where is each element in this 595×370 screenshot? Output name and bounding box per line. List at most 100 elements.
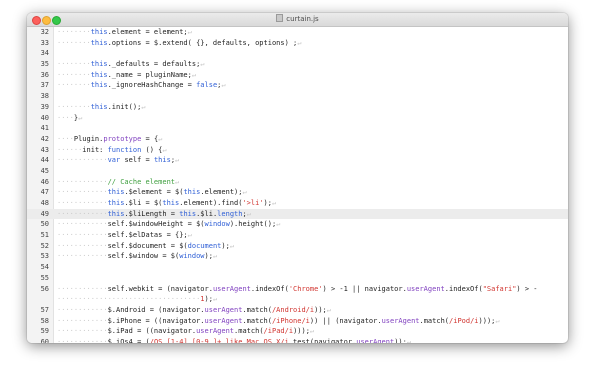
document-icon bbox=[276, 14, 284, 22]
code-editor[interactable]: 32 ········this.element = element;↵ 33 ····… bbox=[27, 27, 568, 343]
code-line[interactable]: 35 ········this._defaults = defaults;↵ bbox=[27, 59, 568, 70]
line-number: 49 bbox=[40, 209, 49, 218]
line-end-marker: ↵ bbox=[175, 177, 180, 186]
code-line[interactable]: 36 ········this._name = pluginName;↵ bbox=[27, 70, 568, 81]
line-number: 42 bbox=[40, 134, 49, 143]
editor-window: curtain.js 32 ········this.element = elem… bbox=[27, 13, 568, 343]
line-text: ····Plugin.prototype = {↵ bbox=[57, 134, 163, 143]
code-token: '>li' bbox=[242, 199, 264, 207]
code-token: userAgent bbox=[381, 316, 420, 325]
code-token: ); bbox=[263, 199, 272, 207]
line-number: 55 bbox=[40, 273, 49, 282]
code-token: ); bbox=[221, 241, 230, 250]
code-line[interactable]: 38 bbox=[27, 91, 568, 102]
line-number: 57 bbox=[40, 305, 49, 314]
title-bar: curtain.js bbox=[27, 13, 568, 27]
code-line[interactable]: 59 ············$.iPad = ((navigator.userA… bbox=[27, 326, 568, 337]
line-text: ····}↵ bbox=[57, 113, 83, 122]
code-token: this bbox=[153, 156, 171, 165]
code-token: self = bbox=[120, 156, 154, 165]
code-line[interactable]: 33 ········this.options = $.extend( {}, d… bbox=[27, 38, 568, 49]
code-line[interactable]: 47 ············this.$element = $(this.ele… bbox=[27, 187, 568, 198]
line-text: ············self.$window = $(window);↵ bbox=[57, 252, 218, 261]
line-number: 46 bbox=[40, 177, 49, 186]
code-line[interactable]: 43 ······init: function () {↵ bbox=[27, 145, 568, 156]
line-number: 40 bbox=[40, 113, 49, 122]
line-end-marker: ↵ bbox=[297, 38, 302, 47]
code-line[interactable]: 34 bbox=[27, 48, 568, 59]
line-text: ········this.options = $.extend( {}, def… bbox=[57, 38, 302, 47]
code-token: ._name = pluginName; bbox=[107, 70, 192, 79]
code-line[interactable]: 40 ····}↵ bbox=[27, 113, 568, 124]
code-token: length bbox=[217, 209, 243, 218]
code-line[interactable]: 51 ············self.$elDatas = {};↵ bbox=[27, 230, 568, 241]
line-number: 43 bbox=[40, 145, 49, 154]
code-line[interactable]: 50 ············self.$windowHeight = $(win… bbox=[27, 219, 568, 230]
code-line[interactable]: ··································1);↵ bbox=[27, 294, 568, 305]
line-text: ············this.$element = $(this.eleme… bbox=[57, 188, 247, 197]
code-token: .init(); bbox=[107, 102, 142, 111]
code-line[interactable]: 41 bbox=[27, 123, 568, 134]
code-token: ); bbox=[204, 295, 213, 304]
code-token: /iPhone/i bbox=[271, 316, 310, 325]
code-line[interactable]: 45 bbox=[27, 166, 568, 177]
code-line[interactable]: 46 ············// Cache element↵ bbox=[27, 177, 568, 188]
code-token: ))); bbox=[478, 316, 496, 325]
code-token: this bbox=[90, 102, 108, 111]
line-end-marker: ↵ bbox=[162, 145, 167, 154]
code-token: .indexOf( bbox=[250, 284, 289, 293]
code-token: window bbox=[179, 252, 205, 261]
line-number: 41 bbox=[40, 124, 49, 133]
window-title: curtain.js bbox=[27, 14, 568, 23]
code-token: /iPod/i bbox=[449, 316, 479, 325]
line-end-marker: ↵ bbox=[191, 70, 197, 79]
code-token: this bbox=[90, 81, 108, 90]
code-line[interactable]: 49 ············this.$liLength = this.$li.… bbox=[27, 208, 568, 220]
line-number: 36 bbox=[40, 70, 49, 79]
code-token: this bbox=[107, 209, 125, 218]
code-token: userAgent bbox=[212, 284, 251, 293]
line-end-marker: ↵ bbox=[175, 156, 180, 165]
code-token: ._ignoreHashChange = bbox=[107, 81, 197, 90]
code-line[interactable]: 55 bbox=[27, 273, 568, 284]
line-number: 56 bbox=[40, 284, 49, 293]
code-line[interactable]: 39 ········this.init();↵ bbox=[27, 102, 568, 113]
line-end-marker: ↵ bbox=[229, 241, 235, 250]
code-line[interactable]: 48 ············this.$li = $(this.element)… bbox=[27, 198, 568, 209]
code-line[interactable]: 52 ············self.$document = $(documen… bbox=[27, 241, 568, 252]
code-line[interactable]: 42 ····Plugin.prototype = {↵ bbox=[27, 134, 568, 145]
line-number: 53 bbox=[40, 252, 49, 261]
code-token: .match( bbox=[242, 316, 272, 325]
code-token: .$element = $( bbox=[124, 188, 184, 197]
code-token: ))); bbox=[293, 327, 310, 336]
line-number: 44 bbox=[40, 156, 49, 165]
code-token: userAgent bbox=[196, 327, 235, 336]
code-line[interactable]: 53 ············self.$window = $(window);↵ bbox=[27, 251, 568, 262]
code-token: /iPad/i bbox=[263, 327, 294, 336]
code-token: ) > - bbox=[516, 284, 538, 293]
line-text: ············self.webkit = (navigator.use… bbox=[57, 284, 538, 293]
code-line[interactable]: 60 ············$.iOs4 = (/OS [1-4]_[0-9_]… bbox=[27, 337, 568, 343]
line-number: 35 bbox=[40, 60, 49, 69]
code-token: this bbox=[90, 38, 108, 47]
code-line[interactable]: 32 ········this.element = element;↵ bbox=[27, 27, 568, 38]
code-line[interactable]: 54 bbox=[27, 262, 568, 273]
code-token: userAgent bbox=[204, 316, 243, 325]
line-number: 60 bbox=[40, 337, 49, 343]
code-token: var bbox=[107, 156, 121, 165]
line-text: ······init: function () {↵ bbox=[57, 145, 167, 154]
line-end-marker: ↵ bbox=[141, 102, 146, 111]
code-line[interactable]: 37 ········this._ignoreHashChange = false… bbox=[27, 80, 568, 91]
code-line[interactable]: 57 ············$.Android = (navigator.use… bbox=[27, 305, 568, 316]
code-token: this bbox=[107, 199, 125, 207]
line-end-marker: ↵ bbox=[212, 252, 218, 261]
line-text: ············var self = this;↵ bbox=[57, 156, 180, 165]
code-line[interactable]: 44 ············var self = this;↵ bbox=[27, 155, 568, 166]
code-line[interactable]: 58 ············$.iPhone = ((navigator.use… bbox=[27, 316, 568, 327]
code-token: this bbox=[90, 60, 108, 69]
code-line[interactable]: 56 ············self.webkit = (navigator.u… bbox=[27, 284, 568, 295]
line-text: ············self.$document = $(document)… bbox=[57, 241, 235, 250]
code-token: .element).find( bbox=[179, 199, 243, 207]
code-token: .match( bbox=[419, 316, 450, 325]
line-end-marker: ↵ bbox=[158, 134, 163, 143]
